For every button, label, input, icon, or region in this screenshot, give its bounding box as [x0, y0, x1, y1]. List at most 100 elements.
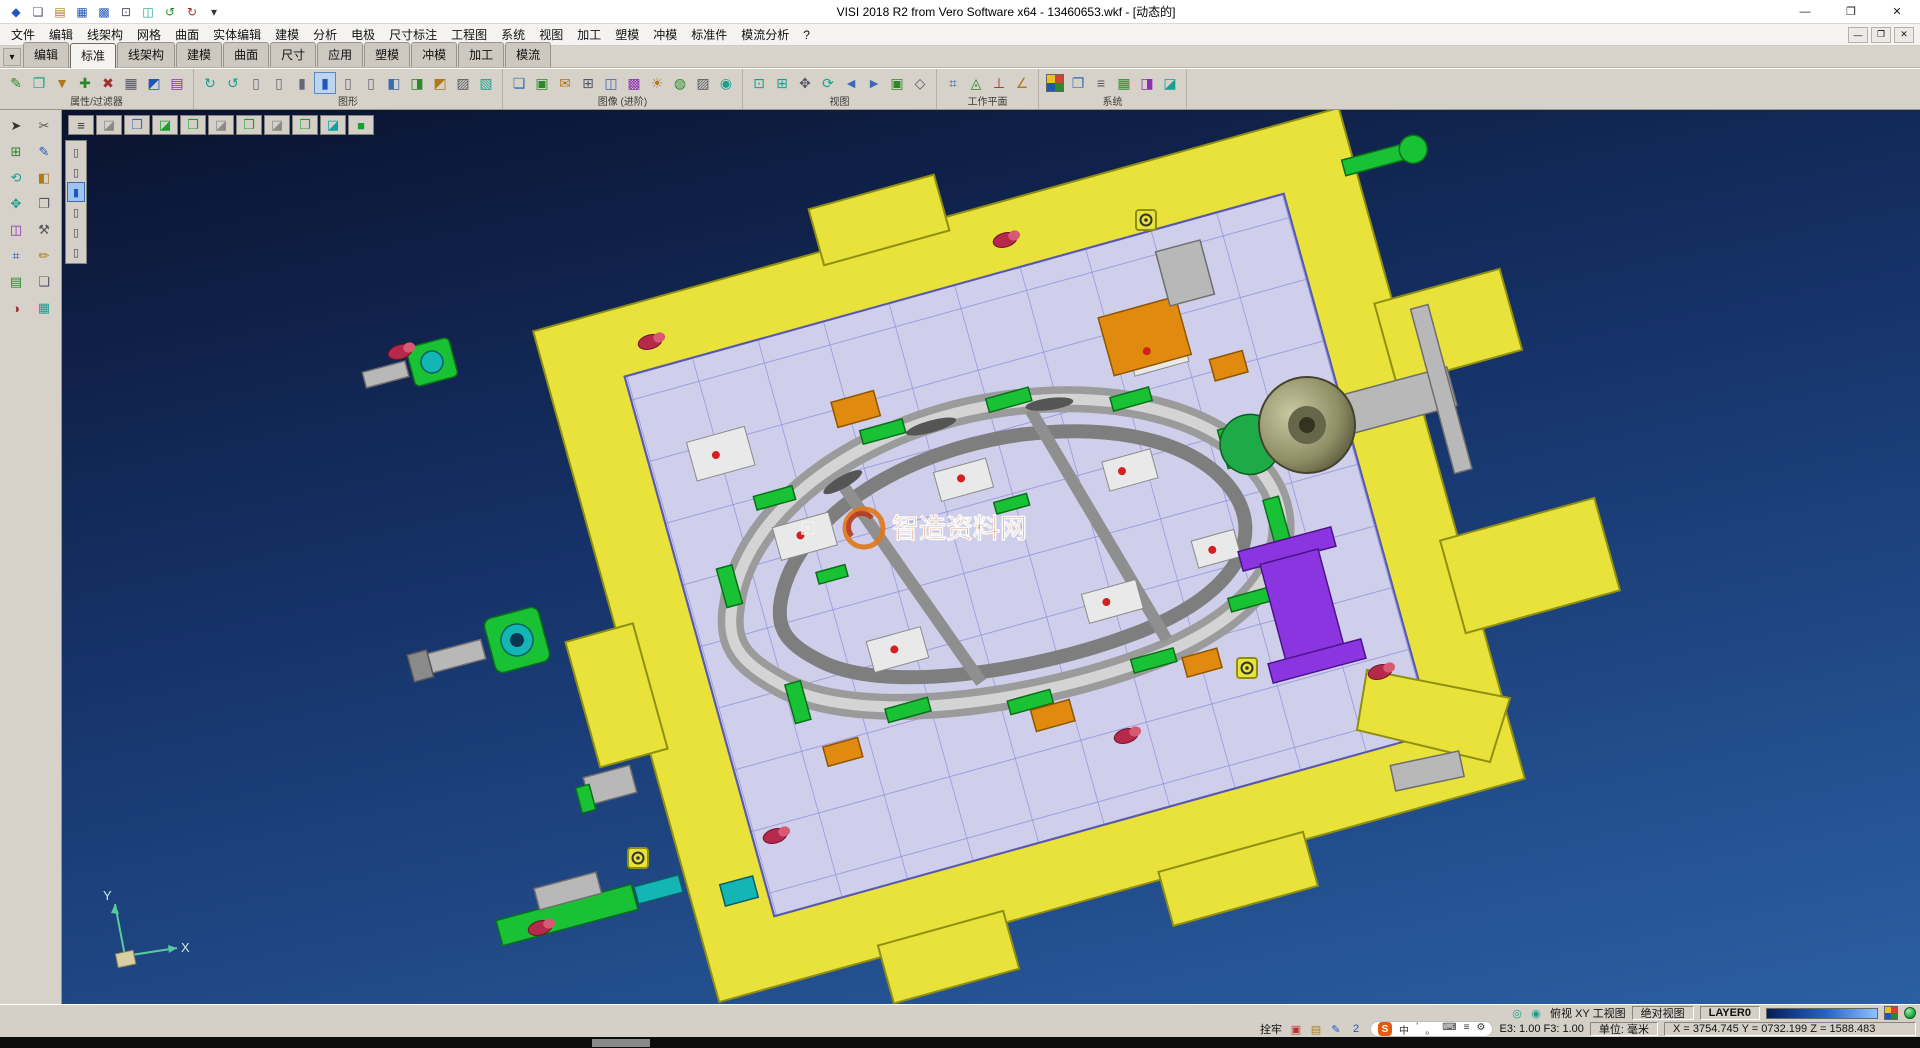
snapshot-icon[interactable]: ❏ — [508, 72, 530, 94]
shaded-edges-icon[interactable]: ▮ — [314, 72, 336, 94]
curvature-icon[interactable]: ◩ — [429, 72, 451, 94]
top-view-icon[interactable]: ◪ — [152, 115, 178, 135]
zoom-all-icon[interactable]: ⊡ — [748, 72, 770, 94]
perspective-icon[interactable]: ◇ — [909, 72, 931, 94]
snap-lock-icon[interactable]: ▣ — [1288, 1022, 1304, 1036]
system-grid-icon[interactable]: ▦ — [1113, 72, 1135, 94]
system-list-icon[interactable]: ≡ — [1090, 72, 1112, 94]
doc-close-button[interactable]: ✕ — [1894, 27, 1914, 43]
annotate-icon[interactable]: ✏ — [31, 244, 57, 268]
snap-grid-icon[interactable]: ⊞ — [3, 140, 29, 164]
view-page-icon[interactable]: ▯ — [67, 162, 85, 182]
measure-icon[interactable]: ◧ — [31, 166, 57, 190]
image-mail-icon[interactable]: ✉ — [554, 72, 576, 94]
layer-indicator[interactable]: LAYER0 — [1700, 1006, 1760, 1020]
system-macro-icon[interactable]: ◨ — [1136, 72, 1158, 94]
lock-label[interactable]: 拴牢 — [1260, 1021, 1282, 1037]
rotate-view-icon[interactable]: ⟳ — [817, 72, 839, 94]
orient-sphere-icon[interactable]: ◎ — [1509, 1006, 1525, 1020]
shaded-cube-icon[interactable]: ■ — [348, 115, 374, 135]
tab[interactable]: 编辑 — [23, 42, 69, 67]
dimetric-view-icon[interactable]: ❒ — [292, 115, 318, 135]
filter-add-icon[interactable]: ✚ — [74, 72, 96, 94]
copy-icon[interactable]: ❐ — [31, 192, 57, 216]
named-view-icon[interactable]: ▣ — [886, 72, 908, 94]
selection-mask-icon[interactable]: ▦ — [120, 72, 142, 94]
back-view-icon[interactable]: ❒ — [236, 115, 262, 135]
redo-icon[interactable]: ↻ — [182, 3, 202, 21]
close-button[interactable]: ✕ — [1874, 0, 1920, 23]
front-view-icon[interactable]: ❒ — [124, 115, 150, 135]
new-file-icon[interactable]: ❏ — [28, 3, 48, 21]
palette-icon[interactable] — [1884, 1006, 1898, 1020]
ground-shadow-icon[interactable]: ▧ — [475, 72, 497, 94]
zoom-window-icon[interactable]: ⊞ — [771, 72, 793, 94]
orient-sphere-icon[interactable]: ◉ — [1528, 1006, 1544, 1020]
ime-logo-icon[interactable]: S — [1378, 1022, 1392, 1036]
view-page-icon[interactable]: ▮ — [67, 182, 85, 202]
ime-item[interactable]: ≡ — [1464, 1022, 1470, 1037]
view-page-icon[interactable]: ▯ — [67, 202, 85, 222]
print-icon[interactable]: ⊡ — [116, 3, 136, 21]
tab[interactable]: 加工 — [458, 42, 504, 67]
absolute-view-button[interactable]: 绝对视图 — [1632, 1006, 1694, 1020]
preview-icon[interactable]: ◫ — [138, 3, 158, 21]
open-file-icon[interactable]: ▤ — [50, 3, 70, 21]
ime-item[interactable]: 中 — [1399, 1022, 1409, 1037]
trimetric-view-icon[interactable]: ◪ — [320, 115, 346, 135]
menu-item[interactable]: 冲模 — [646, 23, 684, 46]
render-icon[interactable]: ▯ — [337, 72, 359, 94]
view-page-icon[interactable]: ▯ — [67, 242, 85, 262]
section-view-icon[interactable]: ◧ — [383, 72, 405, 94]
view-page-icon[interactable]: ▯ — [67, 222, 85, 242]
image-save-icon[interactable]: ▣ — [531, 72, 553, 94]
transparency-icon[interactable]: ▯ — [360, 72, 382, 94]
view-list-icon[interactable]: ≡ — [68, 115, 94, 135]
menu-item[interactable]: 塑模 — [608, 23, 646, 46]
tab[interactable]: 建模 — [176, 42, 222, 67]
workplane-xy-icon[interactable]: ⌗ — [942, 72, 964, 94]
depth-gradient-slider[interactable] — [1766, 1008, 1878, 1019]
menu-item[interactable]: 标准件 — [684, 23, 734, 46]
wireframe-icon[interactable]: ▯ — [245, 72, 267, 94]
previous-view-icon[interactable]: ◄ — [840, 72, 862, 94]
tab[interactable]: 模流 — [505, 42, 551, 67]
left-view-icon[interactable]: ❒ — [180, 115, 206, 135]
menu-item[interactable]: 加工 — [570, 23, 608, 46]
workplane-normal-icon[interactable]: ⊥ — [988, 72, 1010, 94]
workplane-3pt-icon[interactable]: ◬ — [965, 72, 987, 94]
stereo-view-icon[interactable]: ◉ — [715, 72, 737, 94]
iso-view-icon[interactable]: ◪ — [96, 115, 122, 135]
group-icon[interactable]: ❏ — [31, 270, 57, 294]
view-split-icon[interactable]: ◫ — [600, 72, 622, 94]
layers-icon[interactable]: ▤ — [3, 270, 29, 294]
regen-icon[interactable]: ↺ — [222, 72, 244, 94]
hidden-line-icon[interactable]: ▯ — [268, 72, 290, 94]
attribute-copy-icon[interactable]: ❐ — [28, 72, 50, 94]
right-view-icon[interactable]: ◪ — [208, 115, 234, 135]
tab[interactable]: 应用 — [317, 42, 363, 67]
multi-view-icon[interactable]: ⊞ — [577, 72, 599, 94]
tab[interactable]: 标准 — [70, 43, 116, 68]
move-icon[interactable]: ✥ — [3, 192, 29, 216]
ime-item[interactable]: 。 — [1425, 1022, 1435, 1037]
tab[interactable]: 曲面 — [223, 42, 269, 67]
tab[interactable]: 尺寸 — [270, 42, 316, 67]
ime-item[interactable]: ⚙ — [1477, 1022, 1486, 1037]
pan-icon[interactable]: ✥ — [794, 72, 816, 94]
save-icon[interactable]: ▦ — [72, 3, 92, 21]
quick-access-more-icon[interactable]: ▾ — [204, 3, 224, 21]
count-badge[interactable]: 2 — [1348, 1022, 1364, 1036]
system-profile-icon[interactable]: ◪ — [1159, 72, 1181, 94]
workplane-rotate-icon[interactable]: ∠ — [1011, 72, 1033, 94]
tab-dropdown-button[interactable]: ▾ — [3, 48, 21, 66]
tools-icon[interactable]: ⚒ — [31, 218, 57, 242]
menu-item[interactable]: ? — [796, 25, 817, 45]
shaded-icon[interactable]: ▮ — [291, 72, 313, 94]
sketch-icon[interactable]: ✎ — [31, 140, 57, 164]
view-page-icon[interactable]: ▯ — [67, 142, 85, 162]
save-all-icon[interactable]: ▩ — [94, 3, 114, 21]
tab[interactable]: 冲模 — [411, 42, 457, 67]
layer-filter-icon[interactable]: ▤ — [166, 72, 188, 94]
library-icon[interactable]: ▦ — [31, 296, 57, 320]
